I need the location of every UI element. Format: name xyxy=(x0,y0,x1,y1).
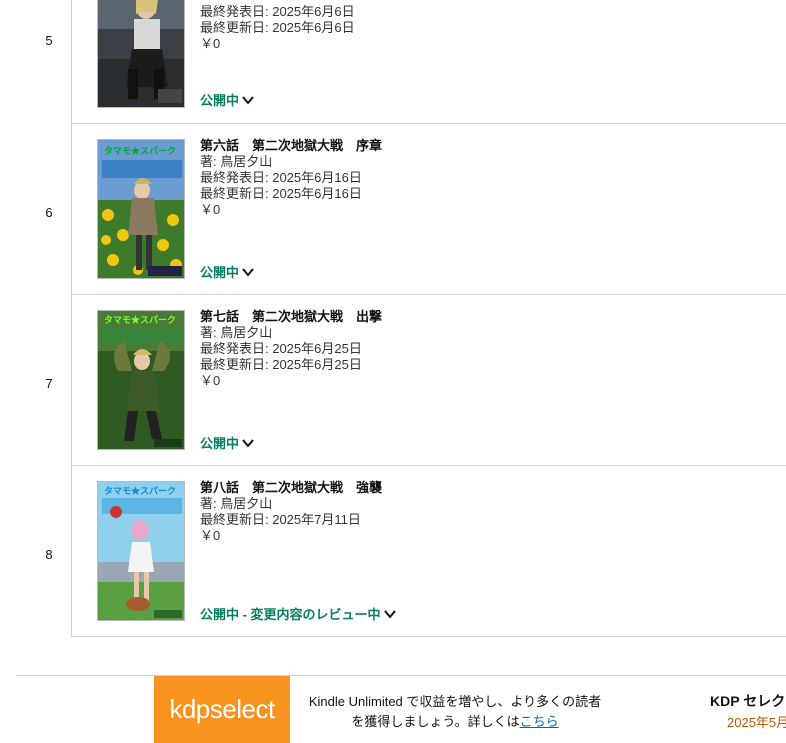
book-row: 6 タマモ★スパーク 第六話 第二次地獄大戦 序章 著: 鳥居夕山 最終発表日:… xyxy=(0,124,786,295)
book-row: 5 ■■ 最終発表日: 2025年6月6日 最終更新日: 2025年6月6日 ￥… xyxy=(0,0,786,124)
status-label: 公開中 xyxy=(200,265,240,280)
row-number: 6 xyxy=(45,205,53,220)
status-dropdown[interactable]: 公開中 xyxy=(200,90,255,109)
status-label: 公開中 xyxy=(200,436,240,451)
published-date: 最終発表日: 2025年6月6日 xyxy=(200,4,355,19)
footer-divider xyxy=(16,675,786,676)
price: ￥0 xyxy=(200,373,221,388)
updated-date: 最終更新日: 2025年6月25日 xyxy=(200,357,362,372)
updated-date: 最終更新日: 2025年7月11日 xyxy=(200,512,361,527)
book-info: 第八話 第二次地獄大戦 強襲 著: 鳥居夕山 最終更新日: 2025年7月11日… xyxy=(200,480,382,544)
updated-date: 最終更新日: 2025年6月16日 xyxy=(200,186,362,201)
status-dropdown[interactable]: 公開中 - 変更内容のレビュー中 xyxy=(200,604,397,623)
book-title[interactable]: 第六話 第二次地獄大戦 序章 xyxy=(200,138,382,154)
book-row: 8 タマモ★スパーク 第八話 第二次地獄大戦 強襲 著: 鳥居夕山 最終更新日:… xyxy=(0,466,786,637)
price: ￥0 xyxy=(200,202,221,217)
chevron-down-icon xyxy=(383,609,396,619)
book-info: 第六話 第二次地獄大戦 序章 著: 鳥居夕山 最終発表日: 2025年6月16日… xyxy=(200,138,382,218)
svg-text:タマモ★スパーク: タマモ★スパーク xyxy=(104,145,176,156)
svg-text:タマモ★スパーク: タマモ★スパーク xyxy=(104,485,176,496)
author: 著: 鳥居夕山 xyxy=(200,325,273,340)
svg-text:タマモ★スパーク: タマモ★スパーク xyxy=(104,314,176,325)
book-cover[interactable]: ■■ xyxy=(97,0,185,108)
book-title[interactable]: 第七話 第二次地獄大戦 出撃 xyxy=(200,309,382,325)
promo-text: Kindle Unlimited で収益を増やし、より多くの読者 を獲得しましょ… xyxy=(300,692,610,732)
book-info: 最終発表日: 2025年6月6日 最終更新日: 2025年6月6日 ￥0 xyxy=(200,4,355,52)
kdp-select-title: KDP セレク xyxy=(710,693,786,709)
price: ￥0 xyxy=(200,528,221,543)
book-info: 第七話 第二次地獄大戦 出撃 著: 鳥居夕山 最終発表日: 2025年6月25日… xyxy=(200,309,382,389)
promo-link[interactable]: こちら xyxy=(520,714,559,729)
updated-date: 最終更新日: 2025年6月6日 xyxy=(200,20,355,35)
logo-kdp-text: kdp xyxy=(169,694,210,724)
kdp-select-date: 2025年5月 xyxy=(727,715,786,730)
status-dropdown[interactable]: 公開中 xyxy=(200,433,255,452)
status-label: 公開中 - 変更内容のレビュー中 xyxy=(200,607,381,622)
book-row: 7 タマモ★スパーク 第七話 第二次地獄大戦 出撃 著: 鳥居夕山 最終発表日:… xyxy=(0,295,786,466)
chevron-down-icon xyxy=(242,95,254,105)
price: ￥0 xyxy=(200,36,221,51)
status-label: 公開中 xyxy=(200,93,240,108)
promo-line-1: Kindle Unlimited で収益を増やし、より多くの読者 xyxy=(308,694,602,709)
book-title[interactable]: 第八話 第二次地獄大戦 強襲 xyxy=(200,480,382,496)
book-cover[interactable]: タマモ★スパーク xyxy=(97,139,185,279)
promo-line-2: を獲得しましょう。詳しくはこちら xyxy=(351,714,559,729)
status-dropdown[interactable]: 公開中 xyxy=(200,262,255,281)
row-number: 8 xyxy=(45,547,53,562)
row-number: 5 xyxy=(45,33,53,48)
chevron-down-icon xyxy=(242,438,254,448)
logo-select-text: select xyxy=(209,694,275,724)
book-cover[interactable]: タマモ★スパーク xyxy=(97,310,185,450)
published-date: 最終発表日: 2025年6月25日 xyxy=(200,341,362,356)
chevron-down-icon xyxy=(242,267,254,277)
row-number: 7 xyxy=(45,376,53,391)
book-cover[interactable]: タマモ★スパーク xyxy=(97,481,185,621)
author: 著: 鳥居夕山 xyxy=(200,154,273,169)
published-date: 最終発表日: 2025年6月16日 xyxy=(200,170,362,185)
author: 著: 鳥居夕山 xyxy=(200,496,273,511)
kdp-select-logo[interactable]: kdp select xyxy=(154,676,290,743)
